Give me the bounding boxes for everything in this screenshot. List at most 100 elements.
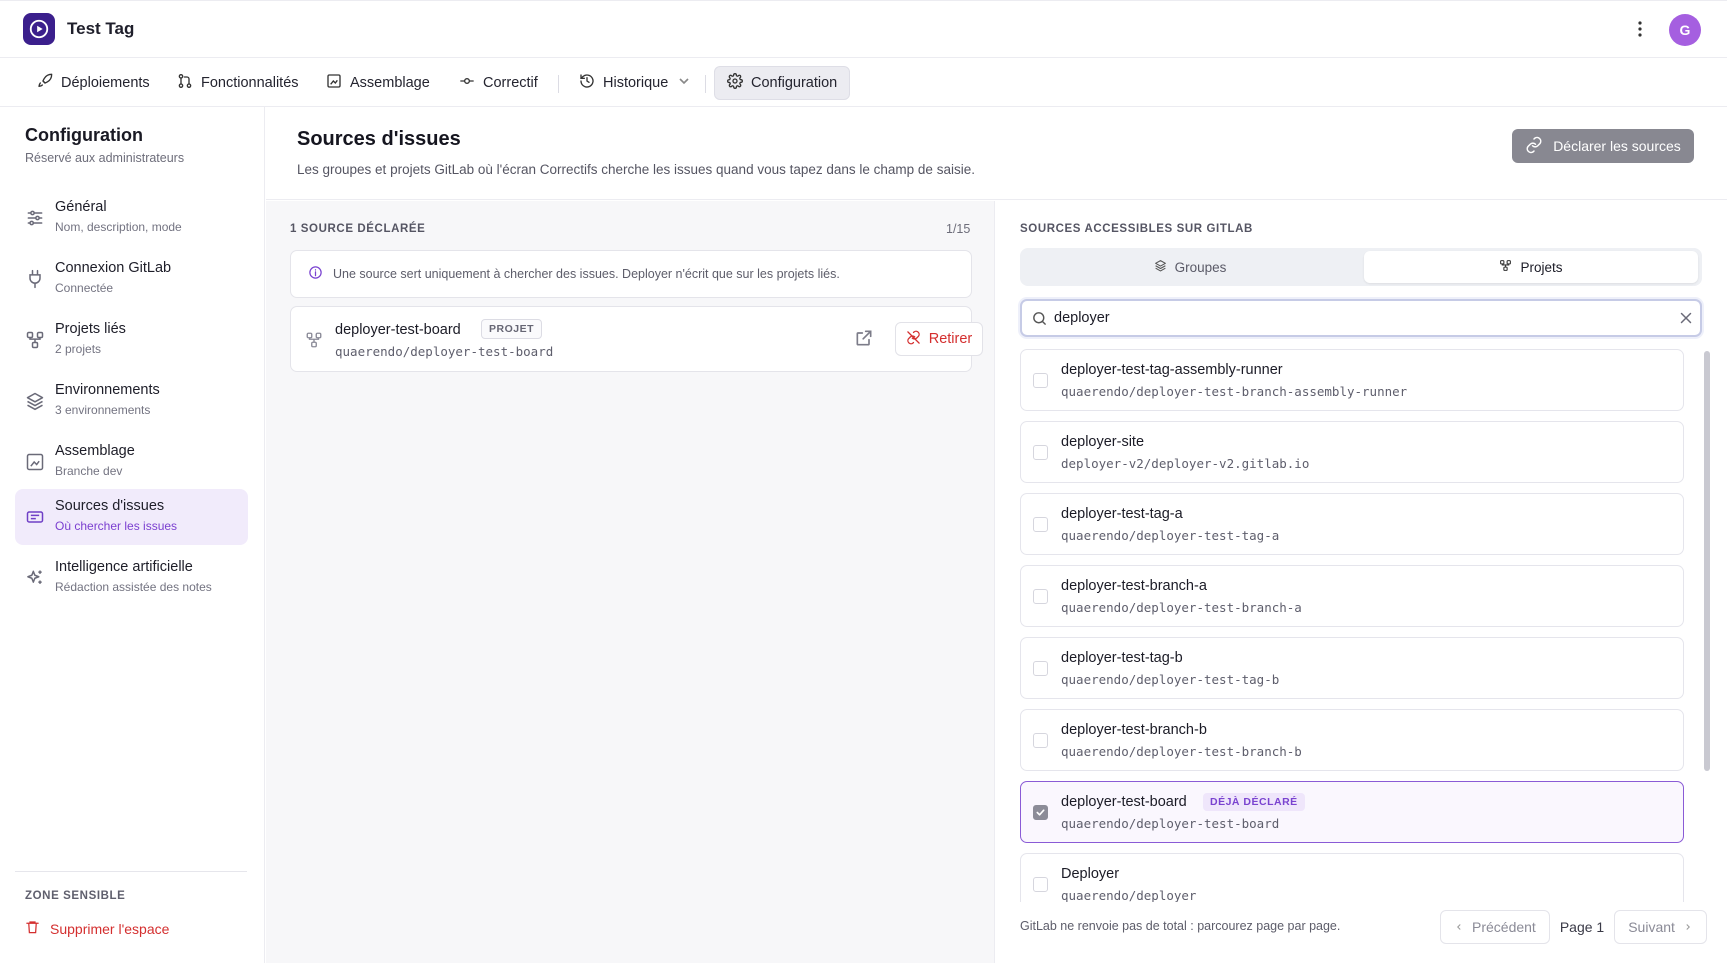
list-item[interactable]: deployer-test-tag-a quaerendo/deployer-t… <box>1020 493 1684 555</box>
main-nav: Déploiements Fonctionnalités Assemblage … <box>0 58 1727 107</box>
page-header: Sources d'issues Les groupes et projets … <box>266 107 1727 200</box>
tab-projets[interactable]: Projets <box>1364 251 1698 283</box>
declare-sources-label: Déclarer les sources <box>1553 138 1681 154</box>
next-page-button[interactable]: Suivant <box>1614 910 1707 944</box>
tab-label: Groupes <box>1174 259 1227 275</box>
list-item[interactable]: deployer-test-tag-b quaerendo/deployer-t… <box>1020 637 1684 699</box>
list-item[interactable]: Deployer quaerendo/deployer <box>1020 853 1684 902</box>
delete-space-button[interactable]: Supprimer l'espace <box>25 919 169 938</box>
sidebar-item-environnements[interactable]: Environnements 3 environnements <box>15 373 248 429</box>
info-text: Une source sert uniquement à chercher de… <box>333 267 840 281</box>
checkbox[interactable] <box>1033 373 1048 388</box>
list-item[interactable]: deployer-site deployer-v2/deployer-v2.gi… <box>1020 421 1684 483</box>
sidebar-title: Configuration <box>25 125 143 145</box>
project-name: deployer-test-tag-b <box>1061 650 1183 666</box>
plug-icon <box>25 269 45 289</box>
history-icon <box>579 73 595 93</box>
declared-count-label: 1 SOURCE DÉCLARÉE <box>290 223 426 235</box>
checkbox[interactable] <box>1033 445 1048 460</box>
project-path: deployer-v2/deployer-v2.gitlab.io <box>1061 456 1310 471</box>
app-header: Test Tag G <box>0 0 1727 58</box>
git-pull-request-icon <box>177 73 193 93</box>
list-item[interactable]: deployer-test-branch-b quaerendo/deploye… <box>1020 709 1684 771</box>
checkbox-checked[interactable] <box>1033 805 1048 820</box>
tab-historique[interactable]: Historique <box>567 66 704 100</box>
sidebar-item-intelligence-artificielle[interactable]: Intelligence artificielle Rédaction assi… <box>15 550 248 606</box>
checkbox[interactable] <box>1033 661 1048 676</box>
tab-label: Configuration <box>751 75 838 91</box>
accessible-sources-label: SOURCES ACCESSIBLES SUR GITLAB <box>1020 223 1253 235</box>
external-link-icon[interactable] <box>854 328 874 348</box>
tab-correctif[interactable]: Correctif <box>447 66 550 100</box>
project-path: quaerendo/deployer-test-tag-b <box>1061 672 1280 687</box>
more-menu-icon[interactable] <box>1632 17 1648 41</box>
tab-configuration[interactable]: Configuration <box>714 66 851 100</box>
checkbox[interactable] <box>1033 877 1048 892</box>
remove-source-button[interactable]: Retirer <box>895 322 983 356</box>
build-frame-icon <box>25 452 45 472</box>
tab-label: Historique <box>603 75 669 91</box>
clear-search-icon[interactable] <box>1677 309 1695 327</box>
sidebar-subtitle: Réservé aux administrateurs <box>25 151 185 165</box>
tab-label: Correctif <box>483 75 538 91</box>
nav-separator <box>558 75 559 93</box>
source-name: deployer-test-board <box>335 322 461 338</box>
scrollbar[interactable] <box>1704 351 1710 771</box>
results-list[interactable]: deployer-test-tag-assembly-runner quaere… <box>1020 349 1714 902</box>
page-title: Sources d'issues <box>297 128 461 150</box>
delete-space-label: Supprimer l'espace <box>50 920 170 937</box>
tab-fonctionnalites[interactable]: Fonctionnalités <box>165 66 311 100</box>
project-path: quaerendo/deployer-test-branch-a <box>1061 600 1302 615</box>
search-icon <box>1031 310 1048 327</box>
list-item-declared[interactable]: deployer-test-board DÉJÀ DÉCLARÉ quaeren… <box>1020 781 1684 843</box>
link-icon <box>1525 136 1543 157</box>
source-path: quaerendo/deployer-test-board <box>335 344 554 359</box>
declare-sources-button[interactable]: Déclarer les sources <box>1512 129 1694 163</box>
tab-label: Assemblage <box>350 75 430 91</box>
pagination: Précédent Page 1 Suivant <box>1440 910 1707 944</box>
project-name: deployer-test-branch-b <box>1061 722 1207 738</box>
tab-label: Projets <box>1520 259 1563 275</box>
sidebar-item-connexion-gitlab[interactable]: Connexion GitLab Connectée <box>15 251 248 307</box>
checkbox[interactable] <box>1033 733 1048 748</box>
danger-zone-label: ZONE SENSIBLE <box>25 890 126 902</box>
project-nodes-icon <box>1499 259 1512 275</box>
tab-assemblage[interactable]: Assemblage <box>314 66 442 100</box>
sidebar-item-assemblage[interactable]: Assemblage Branche dev <box>15 434 248 490</box>
sidebar-item-projets-lies[interactable]: Projets liés 2 projets <box>15 312 248 368</box>
checkbox[interactable] <box>1033 517 1048 532</box>
chevron-right-icon <box>1683 919 1693 935</box>
layers-icon <box>25 391 45 411</box>
project-nodes-icon <box>25 330 45 350</box>
declared-count: 1/15 <box>946 222 971 236</box>
git-commit-icon <box>459 73 475 93</box>
search-input[interactable] <box>1054 306 1654 330</box>
checkbox[interactable] <box>1033 589 1048 604</box>
project-path: quaerendo/deployer-test-board <box>1061 816 1280 831</box>
remove-label: Retirer <box>928 331 973 347</box>
tab-label: Fonctionnalités <box>201 75 299 91</box>
source-type-toggle: Groupes Projets <box>1020 248 1702 286</box>
trash-icon <box>25 919 40 938</box>
already-declared-badge: DÉJÀ DÉCLARÉ <box>1203 793 1305 811</box>
tab-deploiements[interactable]: Déploiements <box>25 66 162 100</box>
previous-page-button[interactable]: Précédent <box>1440 910 1550 944</box>
sidebar-item-general[interactable]: Général Nom, description, mode <box>15 190 248 246</box>
project-name: deployer-test-tag-a <box>1061 506 1183 522</box>
app-logo-icon[interactable] <box>23 13 55 45</box>
next-label: Suivant <box>1628 919 1675 935</box>
sidebar-item-desc: Connectée <box>55 281 114 295</box>
ticket-icon <box>25 507 45 527</box>
list-item[interactable]: deployer-test-tag-assembly-runner quaere… <box>1020 349 1684 411</box>
avatar[interactable]: G <box>1669 14 1701 46</box>
rocket-icon <box>37 73 53 93</box>
tab-groupes[interactable]: Groupes <box>1023 251 1357 283</box>
sidebar-item-desc: 2 projets <box>55 342 102 356</box>
unlink-icon <box>906 330 921 349</box>
config-sidebar: Configuration Réservé aux administrateur… <box>0 107 265 963</box>
sidebar-item-sources-issues[interactable]: Sources d'issues Où chercher les issues <box>15 489 248 545</box>
list-item[interactable]: deployer-test-branch-a quaerendo/deploye… <box>1020 565 1684 627</box>
build-frame-icon <box>326 73 342 93</box>
project-path: quaerendo/deployer-test-branch-b <box>1061 744 1302 759</box>
sparkles-icon <box>25 568 45 588</box>
